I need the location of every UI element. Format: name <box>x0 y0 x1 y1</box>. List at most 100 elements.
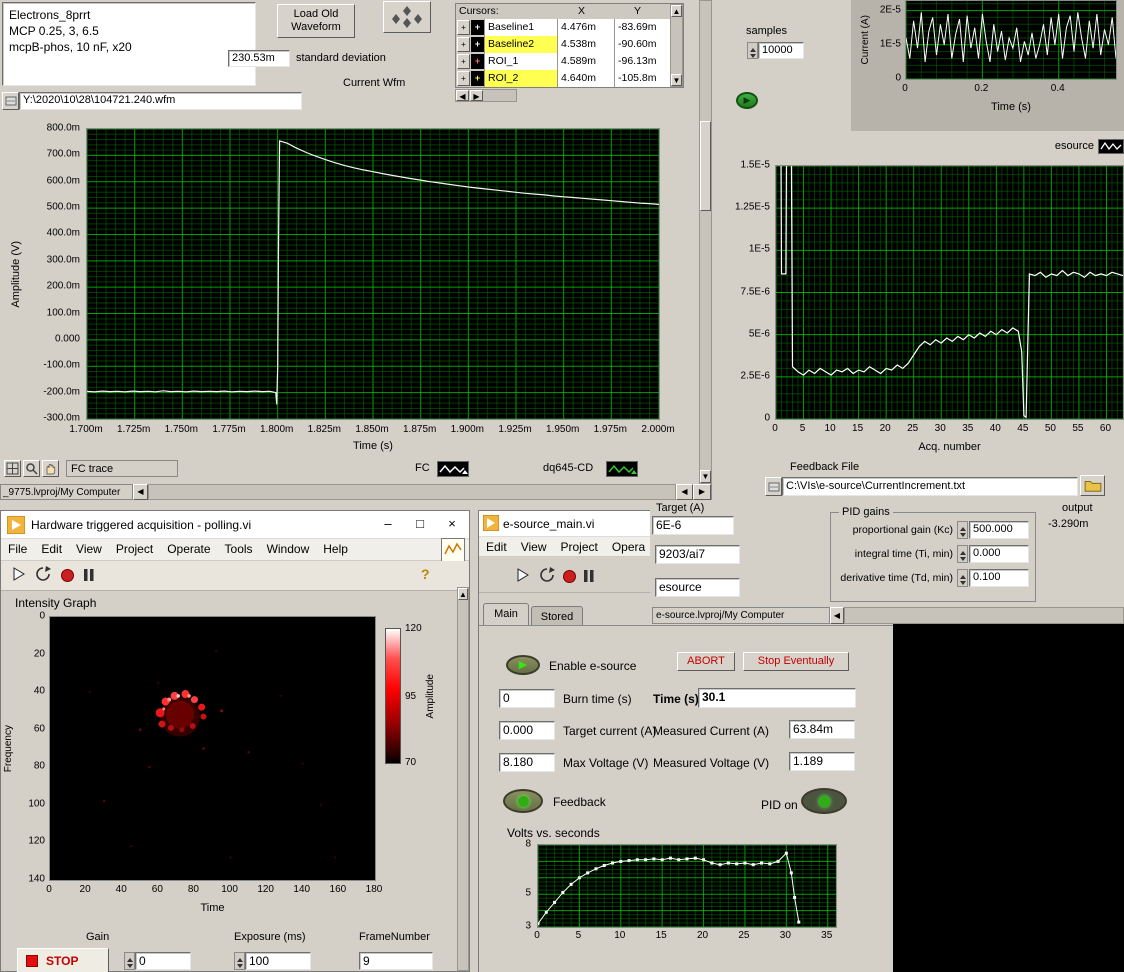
max-voltage-field[interactable]: 8.180 <box>499 753 555 772</box>
current-plot[interactable] <box>905 0 1117 80</box>
pause-button[interactable] <box>83 568 95 585</box>
pid-kc-field[interactable]: 500.000 <box>969 521 1029 539</box>
cursor-lock-icon[interactable]: + <box>457 71 470 86</box>
channel1-field[interactable]: 9203/ai7 <box>655 545 740 564</box>
scroll-up-icon[interactable]: ▲ <box>671 5 682 17</box>
burn-time-field[interactable]: 0 <box>499 689 555 708</box>
pid-kc-spinner[interactable] <box>957 521 968 539</box>
exposure-spinner[interactable] <box>234 952 245 970</box>
channel2-field[interactable]: esource <box>655 578 740 597</box>
cursor-name[interactable]: Baseline2 <box>484 36 557 53</box>
scroll-right-icon[interactable]: ▶ <box>470 90 483 101</box>
cursor-marker-icon[interactable]: + <box>471 37 484 52</box>
cursor-lock-icon[interactable]: + <box>457 54 470 69</box>
feedback-toggle[interactable] <box>503 789 543 813</box>
scroll-up-icon[interactable]: ▲ <box>458 588 468 600</box>
minimize-icon[interactable]: – <box>373 511 403 539</box>
cursor-lock-icon[interactable]: + <box>457 37 470 52</box>
feedback-path-field[interactable]: C:\VIs\e-source\CurrentIncrement.txt <box>782 477 1078 496</box>
menu-tools[interactable]: Tools <box>225 542 253 556</box>
fc-legend-icon[interactable] <box>437 461 469 477</box>
tabstrip-track[interactable] <box>844 607 1124 624</box>
menu-operate[interactable]: Operate <box>167 542 210 556</box>
tab-scroll-left-icon[interactable]: ◀ <box>133 484 148 500</box>
wfm-path-icon[interactable] <box>2 92 19 110</box>
scroll-left-icon[interactable]: ◀ <box>456 90 469 101</box>
menu-project[interactable]: Project <box>560 540 597 554</box>
diamond-nav-button[interactable] <box>383 1 431 33</box>
enable-esource-toggle[interactable]: ▶ <box>506 655 540 675</box>
menu-edit[interactable]: Edit <box>41 542 62 556</box>
browse-folder-button[interactable] <box>1080 475 1105 496</box>
menu-window[interactable]: Window <box>267 542 310 556</box>
abort-button[interactable]: ABORT <box>677 652 735 671</box>
scope-project-tab[interactable]: _9775.lvproj/My Computer <box>0 484 133 500</box>
zoom-tool-button[interactable] <box>23 460 40 477</box>
samples-spinner[interactable] <box>747 42 758 59</box>
pid-td-field[interactable]: 0.100 <box>969 569 1029 587</box>
help-icon[interactable]: ? <box>421 566 430 582</box>
menu-help[interactable]: Help <box>323 542 348 556</box>
pid-ti-spinner[interactable] <box>957 545 968 563</box>
tab-main[interactable]: Main <box>483 603 529 626</box>
run-button[interactable] <box>515 567 531 586</box>
menu-edit[interactable]: Edit <box>486 540 507 554</box>
hscroll-right-icon[interactable]: ▶ <box>693 484 711 500</box>
target-current-field[interactable]: 0.000 <box>499 721 555 740</box>
load-old-waveform-button[interactable]: Load Old Waveform <box>277 4 355 38</box>
cursor-name[interactable]: ROI_1 <box>484 53 557 70</box>
hscroll-left-icon[interactable]: ◀ <box>676 484 693 500</box>
cursor-marker-icon[interactable]: + <box>471 71 484 86</box>
abort-execution-button[interactable] <box>563 570 576 583</box>
samples-field[interactable]: 10000 <box>758 42 804 59</box>
menu-view[interactable]: View <box>76 542 102 556</box>
menu-view[interactable]: View <box>521 540 547 554</box>
intensity-plot[interactable] <box>49 616 376 881</box>
dq-legend-icon[interactable] <box>606 461 638 477</box>
close-icon[interactable]: × <box>437 511 467 539</box>
acq-vscrollbar[interactable]: ▲ <box>457 587 469 971</box>
menu-project[interactable]: Project <box>116 542 153 556</box>
cursor-marker-icon[interactable]: + <box>471 54 484 69</box>
cursor-lock-icon[interactable]: + <box>457 20 470 35</box>
stop-eventually-button[interactable]: Stop Eventually <box>743 652 849 671</box>
pid-ti-field[interactable]: 0.000 <box>969 545 1029 563</box>
cursor-name[interactable]: ROI_2 <box>484 70 557 87</box>
bottom-scroll-track[interactable] <box>148 484 676 500</box>
esource-project-tab[interactable]: e-source.lvproj/My Computer <box>652 607 830 624</box>
gain-field[interactable]: 0 <box>135 952 191 970</box>
run-button[interactable] <box>11 566 27 585</box>
pid-td-spinner[interactable] <box>957 569 968 587</box>
menu-file[interactable]: File <box>8 542 27 556</box>
volts-plot[interactable] <box>537 844 837 928</box>
cursor-marker-icon[interactable]: + <box>471 20 484 35</box>
tab-stored[interactable]: Stored <box>531 606 583 626</box>
feedback-path-icon[interactable] <box>765 477 782 496</box>
cursor-name[interactable]: Baseline1 <box>484 19 557 36</box>
exposure-field[interactable]: 100 <box>245 952 311 970</box>
cursors-scrollbar[interactable]: ▲ ▼ <box>670 4 683 87</box>
tab-scroll-left-icon[interactable]: ◀ <box>830 607 844 624</box>
run-continuous-button[interactable] <box>539 567 555 586</box>
cursors-hscrollbar[interactable]: ◀ ▶ <box>455 89 517 102</box>
run-indicator-led[interactable]: ▶ <box>736 92 758 109</box>
pause-button[interactable] <box>583 569 595 586</box>
scroll-down-icon[interactable]: ▼ <box>700 470 711 483</box>
cursor-tool-button[interactable] <box>4 460 21 477</box>
notes-box[interactable]: Electrons_8prrt MCP 0.25, 3, 6.5 mcpB-ph… <box>2 2 256 86</box>
scope-vscrollbar[interactable]: ▼ <box>699 0 712 484</box>
gain-spinner[interactable] <box>124 952 135 970</box>
target-field[interactable]: 6E-6 <box>652 516 734 535</box>
wfm-path-field[interactable]: Y:\2020\10\28\104721.240.wfm <box>19 92 302 110</box>
stop-button[interactable]: STOP <box>17 948 109 972</box>
color-ramp[interactable] <box>385 628 401 764</box>
acq-plot[interactable] <box>775 165 1124 420</box>
esource-legend-icon[interactable] <box>1098 139 1124 154</box>
acq-titlebar[interactable]: Hardware triggered acquisition - polling… <box>1 511 469 539</box>
run-continuous-button[interactable] <box>35 566 51 585</box>
menu-operate[interactable]: Opera <box>612 540 645 554</box>
abort-execution-button[interactable] <box>61 569 74 582</box>
pan-tool-button[interactable] <box>42 460 59 477</box>
scroll-down-icon[interactable]: ▼ <box>671 74 682 86</box>
scope-plot[interactable] <box>86 128 660 420</box>
